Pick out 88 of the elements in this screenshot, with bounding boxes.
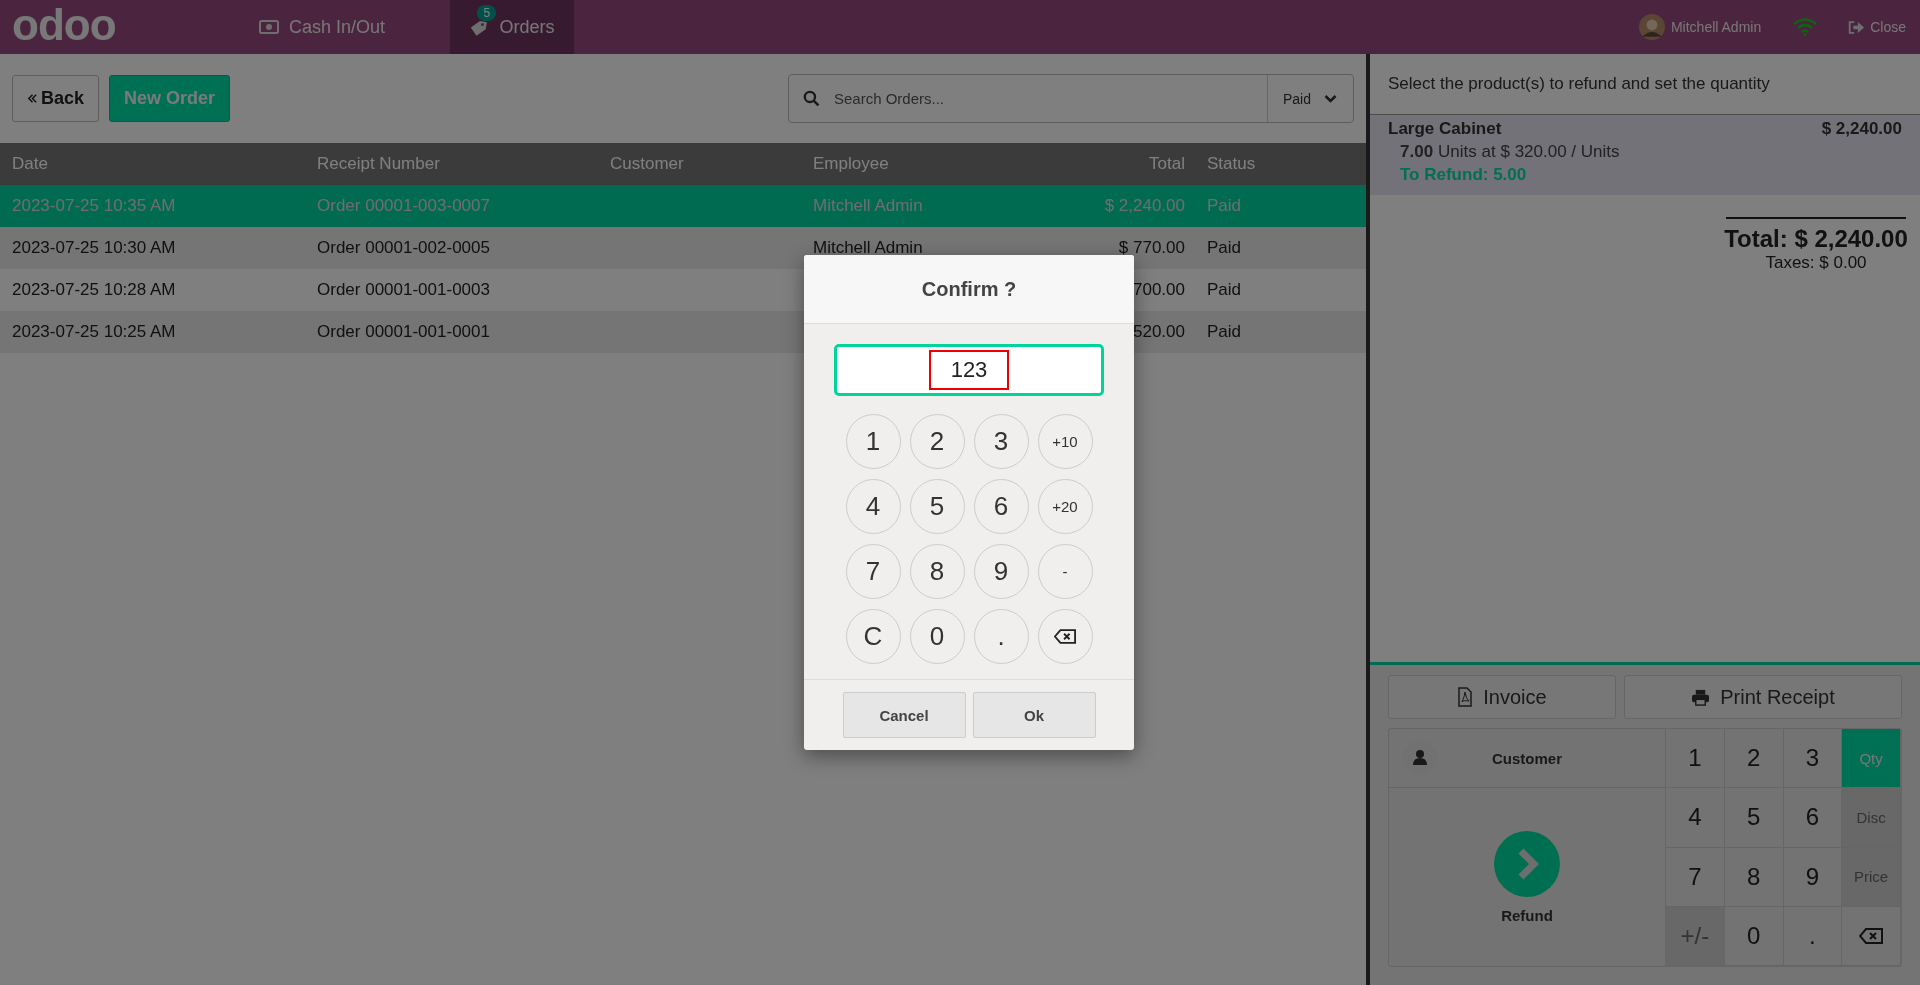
number-key[interactable]: 9 <box>973 544 1029 599</box>
order-total: Total: $ 2,240.00 <box>1724 225 1908 253</box>
table-cell-text: Order 00001-002-0005 <box>316 238 491 258</box>
table-cell-text: 700.00 <box>1132 280 1185 300</box>
backspace-icon <box>1859 927 1884 944</box>
backspace-icon <box>1054 629 1076 644</box>
back-button[interactable]: Back <box>12 75 100 122</box>
document-icon <box>1457 687 1474 707</box>
number-key[interactable]: C <box>845 609 901 664</box>
table-cell-text: Paid <box>1206 322 1243 342</box>
table-cell-text: 2023-07-25 10:30 AM <box>11 238 177 258</box>
column-header: Receipt Number <box>316 154 441 174</box>
unit-price-text: Units at $ 320.00 / Units <box>1438 142 1620 162</box>
number-key[interactable]: 7 <box>845 544 901 599</box>
product-name: Large Cabinet <box>1388 119 1502 139</box>
table-cell-text: 2023-07-25 10:35 AM <box>11 196 177 216</box>
action-button[interactable]: Print Receipt <box>1624 675 1902 719</box>
logo[interactable]: odoo <box>0 0 212 54</box>
number-key[interactable]: 0 <box>909 609 965 664</box>
search-field[interactable]: Search Orders... Paid <box>788 74 1354 123</box>
action-button[interactable]: Invoice <box>1388 675 1616 719</box>
refund-button[interactable]: Refund <box>1494 830 1560 924</box>
number-key[interactable]: . <box>973 609 1029 664</box>
number-key[interactable]: 5 <box>909 479 965 534</box>
refund-quantity: To Refund: 5.00 <box>1399 165 1528 185</box>
number-key[interactable]: - <box>1037 544 1093 599</box>
table-cell-text: Order 00001-001-0003 <box>316 280 491 300</box>
table-cell-text: Paid <box>1206 196 1243 216</box>
number-input[interactable]: 123 <box>834 344 1104 396</box>
number-key[interactable]: 7 <box>1666 847 1725 907</box>
wifi-icon <box>1793 18 1818 36</box>
filter-dropdown[interactable]: Paid <box>1267 75 1353 122</box>
column-header: Total <box>1148 154 1185 174</box>
table-cell-text: Paid <box>1206 280 1243 300</box>
table-cell-text: Order 00001-003-0007 <box>316 196 491 216</box>
table-cell-text: $ 770.00 <box>1117 238 1185 258</box>
table-cell-text: Paid <box>1206 238 1243 258</box>
table-cell-text: Order 00001-001-0001 <box>316 322 491 342</box>
number-key[interactable]: 8 <box>909 544 965 599</box>
printer-icon <box>1691 688 1711 706</box>
number-key[interactable]: 8 <box>1724 847 1784 907</box>
number-key[interactable]: 6 <box>1783 788 1843 848</box>
line-price: $ 2,240.00 <box>1821 119 1902 139</box>
column-header: Status <box>1206 154 1257 174</box>
number-key[interactable]: 3 <box>973 414 1029 469</box>
chevron-right-icon <box>1494 830 1560 897</box>
number-key[interactable]: +10 <box>1037 414 1093 469</box>
number-key[interactable]: 0 <box>1724 906 1784 966</box>
column-header: Date <box>11 154 49 174</box>
number-key[interactable]: 2 <box>909 414 965 469</box>
avatar-icon <box>1638 14 1665 40</box>
number-key[interactable]: 1 <box>1666 729 1725 789</box>
column-header: Employee <box>812 154 890 174</box>
sign-out-icon <box>1847 19 1866 35</box>
number-key[interactable]: 5 <box>1724 788 1784 848</box>
table-cell-text: 2023-07-25 10:28 AM <box>11 280 177 300</box>
number-key[interactable]: 1 <box>845 414 901 469</box>
line-quantity: 7.00 <box>1400 142 1434 162</box>
chevron-down-icon <box>1323 93 1338 104</box>
cash-icon <box>258 20 279 34</box>
customer-button[interactable]: Customer <box>1389 729 1665 788</box>
column-header: Customer <box>609 154 685 174</box>
table-cell-text: 520.00 <box>1132 322 1185 342</box>
table-cell-text: $ 2,240.00 <box>1103 196 1185 216</box>
input-value: 123 <box>928 350 1010 390</box>
table-cell-text: 2023-07-25 10:25 AM <box>11 322 177 342</box>
count-badge: 5 <box>477 5 497 21</box>
order-row[interactable]: 2023-07-25 10:30 AM Order 00001-002-0005 Mitchell Admin $ 770.00 Paid <box>0 227 1366 269</box>
taxes-text: Taxes: $ 0.00 <box>1765 253 1867 273</box>
number-key[interactable]: +20 <box>1037 479 1093 534</box>
user-name[interactable]: Mitchell Admin <box>1670 19 1762 35</box>
number-key[interactable]: 3 <box>1783 729 1843 789</box>
dialog-button[interactable]: Ok <box>972 692 1096 738</box>
number-key[interactable]: 4 <box>1666 788 1725 848</box>
nav-tab[interactable]: 5 Orders <box>450 0 574 54</box>
number-key[interactable]: 9 <box>1783 847 1843 907</box>
number-key[interactable]: 2 <box>1724 729 1784 789</box>
dialog-button[interactable]: Cancel <box>842 692 966 738</box>
number-key[interactable]: . <box>1783 906 1843 966</box>
dialog-title: Confirm ? <box>921 277 1017 301</box>
table-cell-text: Mitchell Admin <box>812 238 924 258</box>
double-chevron-icon <box>27 93 38 104</box>
number-key[interactable]: 6 <box>973 479 1029 534</box>
table-cell-text: Mitchell Admin <box>812 196 924 216</box>
search-icon <box>803 90 820 107</box>
close-button[interactable]: Close <box>1847 19 1906 35</box>
nav-tab[interactable]: Cash In/Out <box>224 0 420 54</box>
number-key[interactable]: 4 <box>845 479 901 534</box>
